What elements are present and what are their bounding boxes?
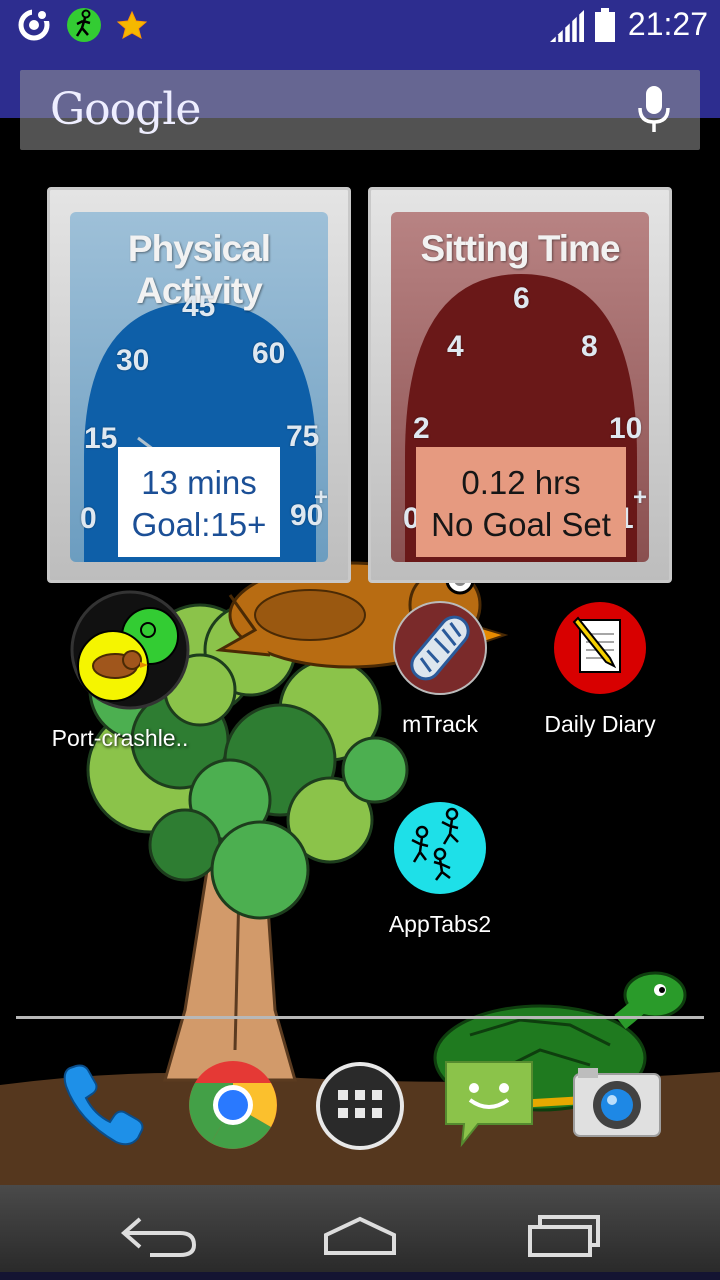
status-bar: 21:27 xyxy=(0,0,720,50)
sync-circle-icon xyxy=(18,7,50,41)
sitting-time-widget[interactable]: Sitting Time 0 2 4 6 8 10 12 + 0.12 hrs … xyxy=(368,187,672,583)
phone-icon[interactable] xyxy=(56,1058,150,1152)
back-icon[interactable] xyxy=(110,1205,210,1261)
stick-figures-cyan-icon xyxy=(394,802,486,894)
bird-yellow-circle-icon xyxy=(70,590,190,710)
google-logo[interactable]: Google xyxy=(50,84,201,135)
camera-icon[interactable] xyxy=(570,1058,664,1152)
app-apptabs2[interactable]: AppTabs2 xyxy=(360,800,520,938)
tick-label: 60 xyxy=(252,337,286,370)
tick-label: + xyxy=(314,484,328,511)
app-mtrack[interactable]: mTrack xyxy=(360,600,520,738)
activity-readout: 13 mins Goal:15+ xyxy=(118,447,280,557)
notepad-pencil-icon xyxy=(554,602,646,694)
sitting-goal: No Goal Set xyxy=(431,506,611,543)
dock-divider xyxy=(16,1016,704,1019)
app-drawer-icon[interactable] xyxy=(314,1060,406,1152)
app-label: Port-crashle.. xyxy=(51,725,189,751)
sitting-readout: 0.12 hrs No Goal Set xyxy=(416,447,626,557)
widget-title: Sitting Time xyxy=(420,228,620,269)
battery-icon xyxy=(595,8,615,42)
navigation-bar xyxy=(0,1185,720,1280)
tick-label: + xyxy=(633,484,648,511)
activity-goal: Goal:15+ xyxy=(131,506,267,543)
tick-label: 30 xyxy=(116,344,150,377)
messaging-icon[interactable] xyxy=(442,1058,536,1152)
tick-label: 8 xyxy=(581,330,598,363)
tick-label: 4 xyxy=(447,330,464,363)
stick-figure-running-icon xyxy=(67,8,101,42)
activity-value: 13 mins xyxy=(141,464,257,501)
physical-activity-widget[interactable]: Physical Activity 0 15 30 45 60 75 90 + … xyxy=(47,187,351,583)
google-search-bar[interactable]: Google xyxy=(20,70,700,150)
app-label: AppTabs2 xyxy=(388,911,492,937)
clock: 21:27 xyxy=(627,6,708,42)
tick-label: 15 xyxy=(84,422,118,455)
chrome-icon[interactable] xyxy=(186,1058,280,1152)
recents-icon[interactable] xyxy=(512,1205,612,1261)
home-icon[interactable] xyxy=(310,1205,410,1261)
mic-icon[interactable] xyxy=(636,84,672,134)
shoe-sole-icon xyxy=(393,601,487,695)
app-label: Daily Diary xyxy=(544,711,656,737)
signal-icon xyxy=(550,10,584,42)
app-port-crashle[interactable]: Port-crashle.. xyxy=(40,590,200,752)
app-label: mTrack xyxy=(402,711,478,737)
tick-label: 75 xyxy=(286,420,320,453)
app-daily-diary[interactable]: Daily Diary xyxy=(520,600,680,738)
star-icon xyxy=(116,10,148,40)
sitting-value: 0.12 hrs xyxy=(461,464,581,501)
tick-label: 2 xyxy=(413,412,430,445)
tick-label: 6 xyxy=(513,282,530,315)
tick-label: 0 xyxy=(80,502,97,535)
tick-label: 45 xyxy=(182,290,216,323)
tick-label: 10 xyxy=(609,412,643,445)
